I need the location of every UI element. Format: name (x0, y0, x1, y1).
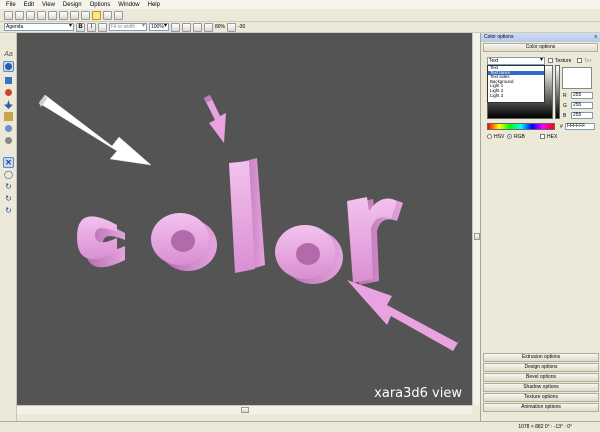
lightbulb-icon[interactable] (92, 10, 101, 20)
main-toolbar (0, 9, 600, 22)
options-panel: Color options x Color options Text Text … (480, 33, 600, 421)
shadow-options-header[interactable]: Shadow options (483, 383, 599, 392)
current-color-swatch (562, 67, 592, 89)
tex-label: Tex (584, 58, 592, 64)
horizontal-scrollbar[interactable] (17, 405, 472, 414)
align-center-icon[interactable] (182, 22, 191, 32)
fit-mode-select[interactable]: Fit to width (109, 23, 147, 31)
status-angles: 0° : -13° : 0° (544, 424, 572, 430)
percent-value[interactable]: 80% (215, 24, 225, 30)
export-animation-icon[interactable] (59, 10, 68, 20)
panel-close-button[interactable]: x (595, 33, 598, 42)
list-item[interactable]: Light 3 (488, 93, 544, 99)
save-icon[interactable] (26, 10, 35, 20)
open-icon[interactable] (15, 10, 24, 20)
menu-view[interactable]: View (42, 2, 55, 8)
r-field[interactable]: 255 (571, 92, 593, 99)
bevel-options-header[interactable]: Bevel options (483, 373, 599, 382)
import-icon[interactable] (37, 10, 46, 20)
spin-icon[interactable] (227, 22, 237, 32)
design-canvas[interactable]: xara3d6 view (17, 33, 472, 405)
g-field[interactable]: 255 (571, 102, 593, 109)
hsv-radio[interactable] (487, 134, 492, 139)
sphere-tool-icon[interactable] (3, 123, 14, 134)
r-label: R (563, 93, 567, 99)
export-icon[interactable] (48, 10, 57, 20)
hex-field[interactable]: FFFFFF (565, 123, 595, 130)
status-bar: 1078 × 882 0° : -13° : 0° (0, 421, 600, 432)
menu-bar: File Edit View Design Options Window Hel… (0, 0, 600, 9)
hsv-label: HSV (494, 134, 505, 140)
redo-icon[interactable] (81, 10, 90, 20)
text-style-tool-icon[interactable] (3, 61, 14, 72)
rgb-radio[interactable] (507, 134, 512, 139)
brightness-slider[interactable] (555, 65, 560, 119)
texture-label: Texture (555, 58, 572, 64)
font-select[interactable]: Agenda (4, 23, 74, 31)
b-label: B (563, 113, 567, 119)
menu-help[interactable]: Help (148, 2, 160, 8)
texture-options-header[interactable]: Texture options (483, 393, 599, 402)
color-target-select[interactable]: Text (487, 57, 545, 65)
status-dims: 1078 × 882 (518, 424, 544, 430)
text-tool-label: Aa (4, 51, 13, 58)
hash-label: # (560, 124, 563, 130)
animation-options-header[interactable]: Animation options (483, 403, 599, 412)
left-toolbar: Aa ✕ ◯ ↻ ↻ ↻ (0, 33, 17, 421)
extrusion-options-header[interactable]: Extrusion options (483, 353, 599, 362)
extrude-tool-icon[interactable] (3, 75, 14, 86)
view-watermark: xara3d6 view (374, 386, 462, 401)
align-justify-icon[interactable] (204, 22, 213, 32)
color-3d-text (77, 158, 403, 285)
italic-button[interactable]: I (87, 22, 96, 32)
color-options-header[interactable]: Color options (483, 43, 598, 52)
new-icon[interactable] (4, 10, 13, 20)
animate-tool-2-icon[interactable]: ↻ (3, 193, 14, 204)
color-tool-icon[interactable] (3, 87, 14, 98)
rgb-label: RGB (514, 134, 525, 140)
g-label: G (563, 103, 567, 109)
rotate-tool-icon[interactable]: ◯ (3, 169, 14, 180)
color-icon[interactable] (103, 10, 112, 20)
b-field[interactable]: 255 (571, 112, 593, 119)
bold-button[interactable]: B (76, 22, 85, 32)
menu-window[interactable]: Window (118, 2, 139, 8)
status-text: 1078 × 882 0° : -13° : 0° (518, 424, 572, 430)
hex-label: HEX (547, 134, 558, 140)
arrow-top-center (204, 95, 226, 143)
options-section-stack: Extrusion options Design options Bevel o… (481, 353, 600, 413)
panel-title-bar: Color options x (481, 33, 600, 42)
tex-checkbox[interactable] (577, 58, 582, 63)
align-left-icon[interactable] (171, 22, 180, 32)
hue-spectrum[interactable] (487, 123, 555, 130)
menu-edit[interactable]: Edit (24, 2, 34, 8)
design-options-header[interactable]: Design options (483, 363, 599, 372)
horizontal-scroll-thumb[interactable] (241, 407, 249, 413)
menu-design[interactable]: Design (63, 2, 82, 8)
arrow-bottom-right (347, 280, 460, 351)
panel-title: Color options (484, 34, 514, 40)
animate-tool-1-icon[interactable]: ↻ (3, 181, 14, 192)
zoom-select[interactable]: 100% (149, 23, 169, 31)
color-target-list[interactable]: Text Text faces Text sides Background Li… (487, 65, 545, 103)
info-icon[interactable] (98, 22, 107, 32)
undo-icon[interactable] (70, 10, 79, 20)
x-tool-icon[interactable]: ✕ (3, 157, 14, 168)
vertical-scrollbar[interactable] (472, 33, 480, 405)
menu-options[interactable]: Options (90, 2, 111, 8)
align-right-icon[interactable] (193, 22, 202, 32)
angle-value[interactable]: -30 (238, 24, 245, 30)
color-picker: Text Text Text faces Text sides Backgrou… (485, 57, 597, 177)
arrow-top-left (38, 94, 152, 166)
text-toolbar: Agenda B I Fit to width 100% 80% -30 (0, 22, 600, 33)
texture-tool-icon[interactable] (3, 111, 14, 122)
light-tool-icon[interactable] (3, 99, 14, 110)
shadow-icon[interactable] (114, 10, 123, 20)
shadow-tool-icon[interactable] (3, 135, 14, 146)
animate-tool-3-icon[interactable]: ↻ (3, 205, 14, 216)
hex-checkbox[interactable] (540, 134, 545, 139)
texture-checkbox[interactable] (548, 58, 553, 63)
menu-file[interactable]: File (6, 2, 16, 8)
